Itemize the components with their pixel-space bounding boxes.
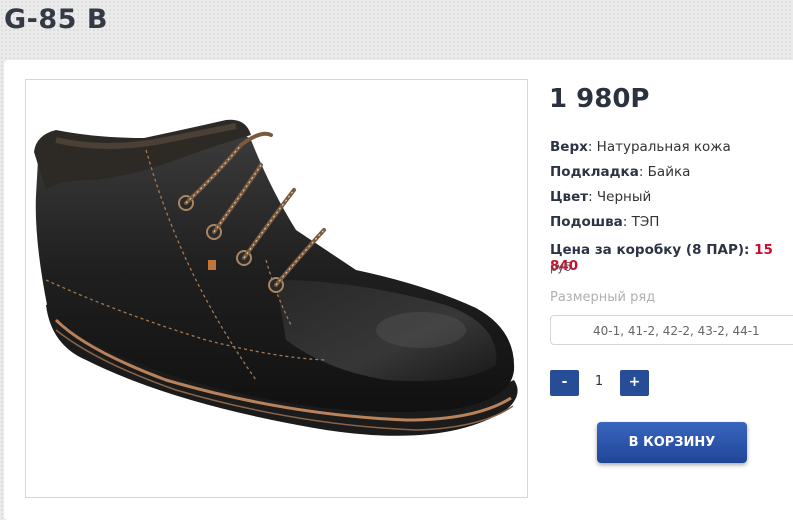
spec-upper: Верх: Натуральная кожа: [550, 139, 731, 155]
spec-value: ТЭП: [631, 214, 660, 230]
size-range-select[interactable]: 40-1, 41-2, 42-2, 43-2, 44-1: [550, 315, 793, 345]
product-image[interactable]: [25, 79, 528, 498]
quantity-decrement-button[interactable]: -: [550, 370, 579, 396]
spec-value: Натуральная кожа: [596, 139, 731, 155]
spec-value: Черный: [596, 189, 652, 205]
product-price: 1 980Р: [549, 84, 650, 114]
box-price-unit: руб: [550, 260, 572, 274]
quantity-increment-button[interactable]: +: [620, 370, 649, 396]
quantity-value[interactable]: 1: [585, 374, 613, 389]
product-title: G-85 B: [4, 4, 108, 35]
spec-lining: Подкладка: Байка: [550, 164, 691, 180]
size-range-label: Размерный ряд: [550, 290, 656, 305]
spec-color: Цвет: Черный: [550, 189, 652, 205]
spec-label: Подошва: [550, 214, 623, 230]
add-to-cart-button[interactable]: В КОРЗИНУ: [597, 422, 747, 463]
box-price: Цена за коробку (8 ПАР): 15 840: [550, 242, 793, 274]
box-price-label: Цена за коробку (8 ПАР):: [550, 242, 750, 258]
spec-label: Подкладка: [550, 164, 639, 180]
spec-value: Байка: [647, 164, 691, 180]
spec-label: Цвет: [550, 189, 589, 205]
spec-sole: Подошва: ТЭП: [550, 214, 660, 230]
spec-label: Верх: [550, 139, 588, 155]
shoe-illustration: [34, 119, 518, 436]
